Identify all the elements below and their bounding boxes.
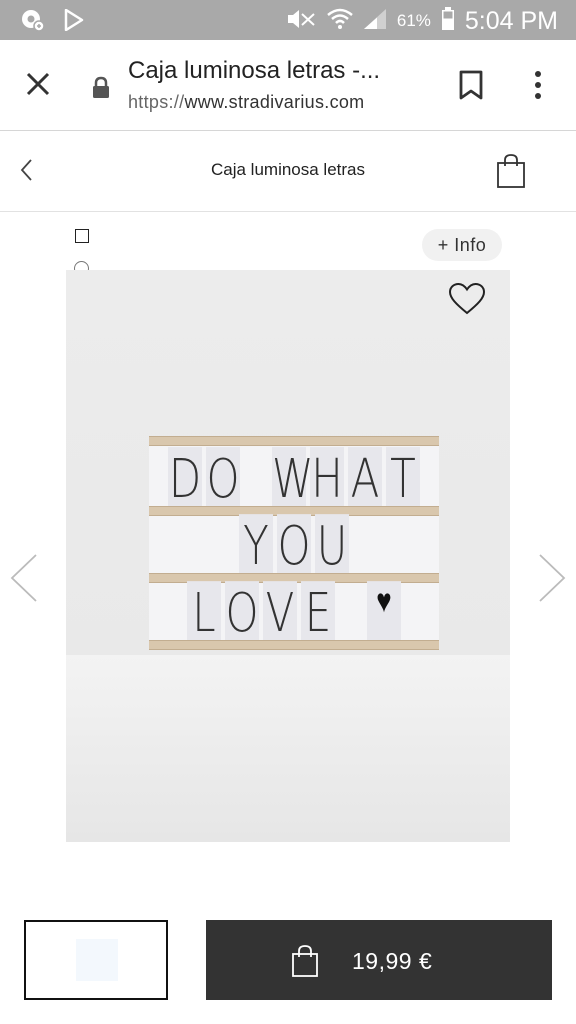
light-box: D O W H A T Y O U L O V E ♥	[149, 436, 439, 650]
add-to-bag-button[interactable]: 19,99 €	[206, 920, 552, 1000]
browser-toolbar: Caja luminosa letras -... https://www.st…	[0, 40, 576, 131]
letter-row-1: D O W H A T	[149, 447, 439, 510]
letter-tile: D	[168, 447, 202, 510]
url-host: www.stradivarius.com	[184, 92, 365, 112]
letter-tile: O	[277, 514, 311, 577]
letter-row-3: L O V E ♥	[149, 581, 439, 644]
url-scheme: https://	[128, 92, 185, 112]
close-icon[interactable]	[24, 70, 52, 98]
page-title[interactable]: Caja luminosa letras -...	[128, 57, 380, 85]
status-bar: 61% 5:04 PM	[0, 0, 576, 40]
battery-percent: 61%	[396, 11, 431, 30]
heart-icon[interactable]	[448, 282, 486, 321]
mute-icon	[287, 8, 317, 35]
letter-tile: Y	[239, 514, 273, 577]
letter-tile: E	[301, 581, 335, 644]
play-store-icon	[64, 8, 84, 36]
letter-tile: O	[225, 581, 259, 644]
color-selector[interactable]	[24, 920, 168, 1000]
overflow-menu-icon[interactable]	[532, 70, 544, 105]
pagination-dot-active[interactable]	[75, 229, 89, 243]
url-text[interactable]: https://www.stradivarius.com	[128, 92, 364, 113]
next-arrow-icon[interactable]	[536, 553, 568, 608]
price-label: 19,99 €	[352, 948, 433, 974]
wood-bar	[149, 436, 439, 446]
letter-row-2: Y O U	[149, 514, 439, 577]
location-icon	[20, 8, 46, 37]
clock: 5:04 PM	[464, 6, 558, 35]
letter-tile: O	[206, 447, 240, 510]
bookmark-icon[interactable]	[458, 70, 484, 105]
letter-tile: H	[310, 447, 344, 510]
photo-ledge	[66, 655, 510, 842]
letter-tile: W	[272, 447, 314, 510]
color-thumbnail[interactable]	[76, 939, 118, 981]
prev-arrow-icon[interactable]	[8, 553, 40, 608]
shopping-bag-icon	[291, 944, 319, 983]
wifi-icon	[327, 8, 353, 35]
info-button[interactable]: + Info	[422, 229, 502, 261]
heart-tile: ♥	[367, 581, 401, 644]
battery-icon	[441, 6, 455, 36]
letter-tile: T	[386, 447, 420, 510]
letter-tile: U	[315, 514, 349, 577]
signal-icon	[363, 8, 387, 35]
shopping-bag-icon[interactable]	[496, 153, 526, 194]
product-title: Caja luminosa letras	[210, 160, 365, 179]
wood-bar	[149, 640, 439, 650]
letter-tile: V	[263, 581, 297, 644]
lock-icon	[92, 76, 110, 103]
site-header: Caja luminosa letras	[0, 131, 576, 212]
letter-tile: L	[187, 581, 221, 644]
letter-tile: A	[348, 447, 382, 510]
